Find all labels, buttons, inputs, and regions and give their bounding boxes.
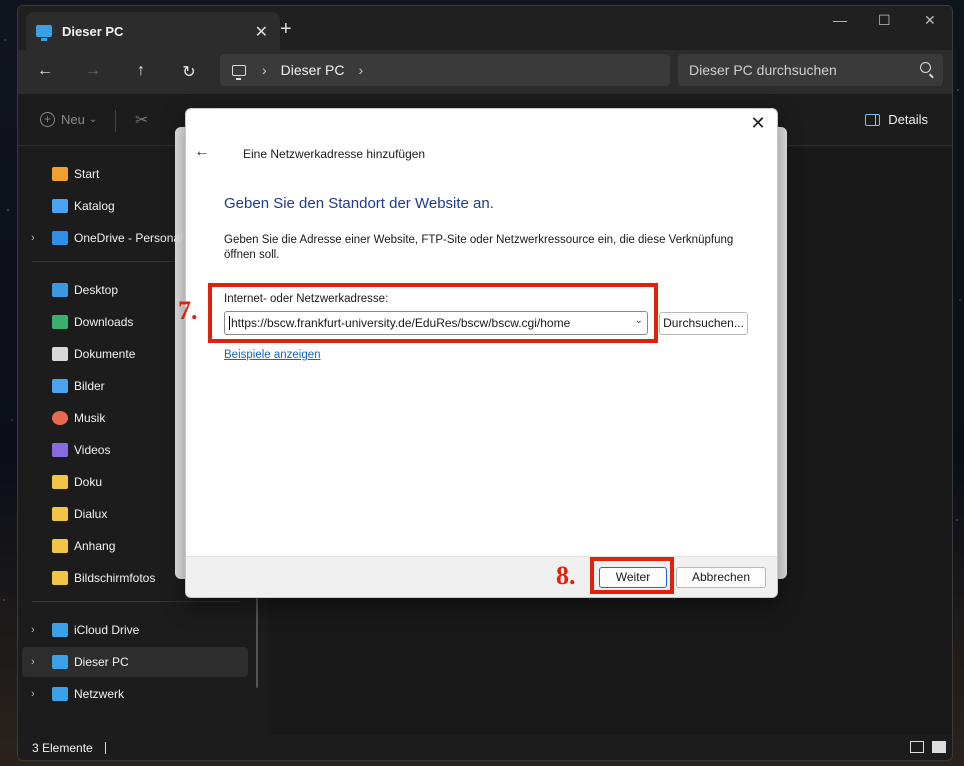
new-button[interactable]: + Neu ⌄: [40, 112, 97, 127]
details-view-icon[interactable]: [910, 741, 924, 753]
item-count: 3 Elemente: [32, 740, 93, 755]
navigation-bar: ← → ↑ ↻ › Dieser PC › Dieser PC durchsuc…: [18, 50, 952, 94]
view-switcher: [910, 741, 946, 753]
videos-icon: [52, 443, 68, 457]
sidebar-item[interactable]: › Netzwerk: [22, 679, 248, 709]
sidebar-item-label: Netzwerk: [74, 687, 125, 701]
refresh-icon[interactable]: ↻: [179, 62, 199, 82]
desktop-icon: [52, 283, 68, 297]
documents-icon: [52, 347, 68, 361]
dialog-heading: Geben Sie den Standort der Website an.: [224, 195, 494, 212]
search-icon: [920, 62, 931, 73]
divider: [32, 601, 240, 602]
folder-icon: [52, 539, 68, 553]
tab-dieser-pc[interactable]: Dieser PC ✕: [26, 12, 280, 50]
tab-label: Dieser PC: [62, 23, 124, 39]
folder-icon: [52, 571, 68, 585]
pictures-icon: [52, 379, 68, 393]
pc-icon: [36, 25, 52, 41]
divider: [115, 110, 116, 132]
add-network-location-dialog: ✕ ← Eine Netzwerkadresse hinzufügen Gebe…: [185, 108, 778, 598]
dialog-description: Geben Sie die Adresse einer Website, FTP…: [224, 234, 734, 261]
back-arrow-icon[interactable]: ←: [194, 143, 210, 161]
breadcrumb-dieser-pc[interactable]: Dieser PC: [281, 62, 345, 78]
search-input[interactable]: Dieser PC durchsuchen: [678, 54, 943, 86]
network-icon: [52, 687, 68, 701]
search-placeholder: Dieser PC durchsuchen: [689, 62, 837, 78]
highlight-box-step7: [208, 283, 658, 343]
close-window-button[interactable]: ✕: [924, 12, 936, 29]
details-button[interactable]: Details: [865, 112, 928, 127]
chevron-right-icon[interactable]: ›: [31, 656, 35, 668]
cancel-button[interactable]: Abbrechen: [676, 567, 766, 588]
chevron-right-icon[interactable]: ›: [262, 62, 267, 78]
onedrive-icon: [52, 231, 68, 245]
show-examples-link[interactable]: Beispiele anzeigen: [224, 349, 321, 361]
close-icon[interactable]: ✕: [747, 113, 769, 134]
sidebar-item[interactable]: › Dieser PC: [22, 647, 248, 677]
title-bar: Dieser PC ✕ + — ☐ ✕: [18, 6, 952, 50]
back-arrow-icon[interactable]: ←: [35, 62, 55, 80]
folder-icon: [52, 475, 68, 489]
chevron-down-icon: ⌄: [88, 114, 98, 125]
sidebar-item-label: iCloud Drive: [74, 623, 140, 637]
new-label: Neu: [61, 112, 85, 127]
monitor-icon: [232, 64, 246, 80]
tiles-view-icon[interactable]: [932, 741, 946, 753]
details-pane-icon: [865, 113, 881, 126]
home-icon: [52, 167, 68, 181]
chevron-right-icon[interactable]: ›: [31, 688, 35, 700]
music-icon: [52, 411, 68, 425]
folder-icon: [52, 507, 68, 521]
chevron-right-icon[interactable]: ›: [31, 232, 35, 244]
chevron-right-icon[interactable]: ›: [31, 624, 35, 636]
sidebar-item[interactable]: › iCloud Drive: [22, 615, 248, 645]
gallery-icon: [52, 199, 68, 213]
up-arrow-icon[interactable]: ↑: [131, 62, 151, 80]
dialog-footer: Weiter Abbrechen: [186, 556, 777, 597]
step-7-label: 7.: [178, 296, 198, 325]
forward-arrow-icon[interactable]: →: [83, 62, 103, 80]
icloud-icon: [52, 623, 68, 637]
downloads-icon: [52, 315, 68, 329]
step-8-label: 8.: [556, 561, 576, 590]
status-divider: [104, 741, 106, 754]
address-bar[interactable]: › Dieser PC ›: [220, 54, 670, 86]
cut-icon[interactable]: ✂: [135, 110, 148, 130]
status-bar: 3 Elemente: [18, 735, 952, 760]
pc-icon: [52, 655, 68, 669]
plus-icon: +: [40, 112, 55, 127]
tab-close-icon[interactable]: ✕: [255, 22, 268, 42]
dialog-title: Eine Netzwerkadresse hinzufügen: [243, 147, 426, 161]
highlight-box-step8: [590, 557, 674, 594]
details-label: Details: [888, 112, 928, 127]
sidebar-scrollbar[interactable]: [256, 596, 258, 688]
minimize-button[interactable]: —: [833, 12, 847, 28]
chevron-right-icon[interactable]: ›: [358, 62, 363, 78]
maximize-button[interactable]: ☐: [878, 12, 891, 29]
browse-button[interactable]: Durchsuchen...: [659, 312, 748, 335]
new-tab-button[interactable]: +: [280, 18, 292, 41]
sidebar-item-label: Dieser PC: [74, 655, 129, 669]
